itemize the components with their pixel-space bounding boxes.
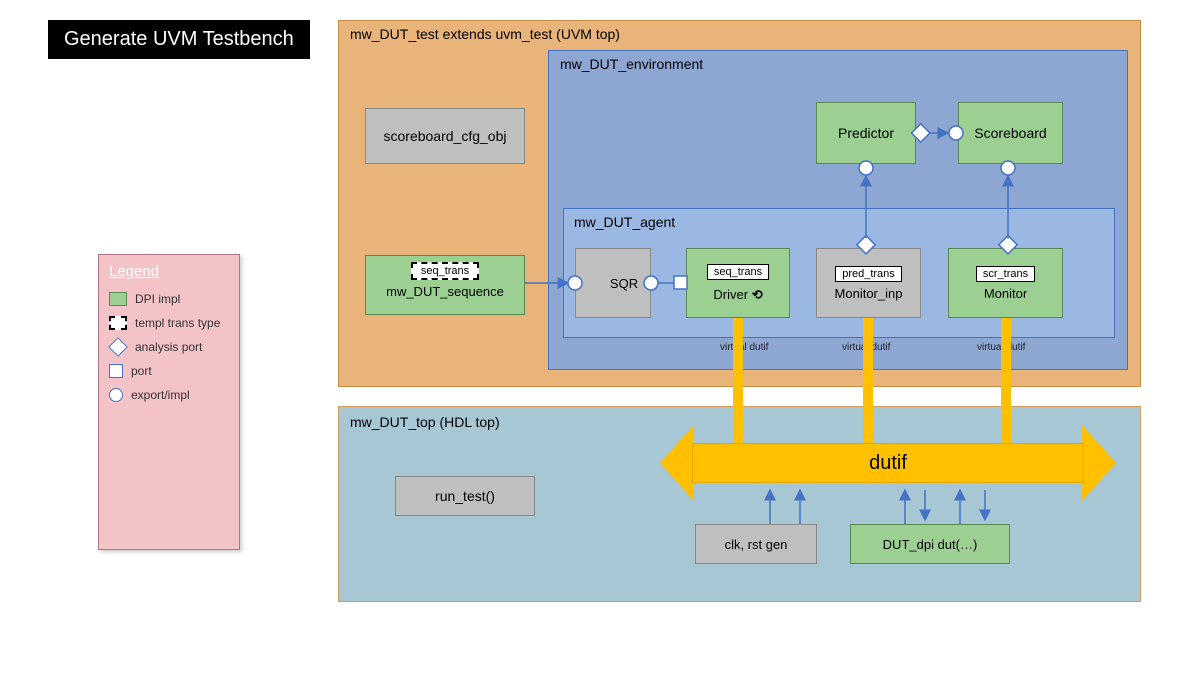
driver-block: seq_trans Driver ⟲ — [686, 248, 790, 318]
dashed-box-icon — [109, 316, 127, 330]
diamond-icon — [108, 337, 128, 357]
sequence-label: mw_DUT_sequence — [386, 284, 504, 299]
predictor-block: Predictor — [816, 102, 916, 164]
legend-item-port: port — [109, 364, 229, 378]
hdl-top-label: mw_DUT_top (HDL top) — [350, 414, 500, 430]
seq-trans-type: seq_trans — [411, 262, 479, 280]
legend-heading: Legend — [109, 263, 229, 280]
sequencer-block: SQR — [575, 248, 651, 318]
arrow-right-icon — [1082, 425, 1116, 501]
square-icon — [109, 364, 123, 378]
monitor-trans-type: scr_trans — [976, 266, 1035, 282]
clk-rst-block: clk, rst gen — [695, 524, 817, 564]
virtual-dutif-caption-monitor-inp: virtual dutif — [842, 342, 890, 353]
dutif-label: dutif — [692, 443, 1084, 483]
circle-icon — [109, 388, 123, 402]
legend-panel: Legend DPI impl templ trans type analysi… — [98, 254, 240, 550]
monitor-inp-block: pred_trans Monitor_inp — [816, 248, 921, 318]
sequence-block: seq_trans mw_DUT_sequence — [365, 255, 525, 315]
scoreboard-cfg-block: scoreboard_cfg_obj — [365, 108, 525, 164]
dutif-bus: dutif — [660, 425, 1116, 501]
legend-item-dpi: DPI impl — [109, 292, 229, 306]
monitor-inp-label: Monitor_inp — [835, 286, 903, 301]
monitor-inp-trans-type: pred_trans — [835, 266, 902, 282]
diagram-title: Generate UVM Testbench — [48, 20, 310, 59]
monitor-block: scr_trans Monitor — [948, 248, 1063, 318]
legend-item-templ-trans: templ trans type — [109, 316, 229, 330]
legend-item-analysis-port: analysis port — [109, 340, 229, 354]
virtual-dutif-caption-monitor: virtual dutif — [977, 342, 1025, 353]
green-swatch-icon — [109, 292, 127, 306]
driver-label: Driver ⟲ — [713, 287, 762, 303]
loop-icon: ⟲ — [752, 287, 763, 302]
driver-trans-type: seq_trans — [707, 264, 769, 280]
environment-label: mw_DUT_environment — [560, 56, 703, 72]
agent-label: mw_DUT_agent — [574, 214, 675, 230]
arrow-left-icon — [660, 425, 694, 501]
dut-dpi-block: DUT_dpi dut(…) — [850, 524, 1010, 564]
scoreboard-block: Scoreboard — [958, 102, 1063, 164]
run-test-block: run_test() — [395, 476, 535, 516]
virtual-dutif-caption-driver: virtual dutif — [720, 342, 768, 353]
uvm-top-label: mw_DUT_test extends uvm_test (UVM top) — [350, 26, 620, 42]
monitor-label: Monitor — [984, 286, 1027, 301]
legend-item-export: export/impl — [109, 388, 229, 402]
